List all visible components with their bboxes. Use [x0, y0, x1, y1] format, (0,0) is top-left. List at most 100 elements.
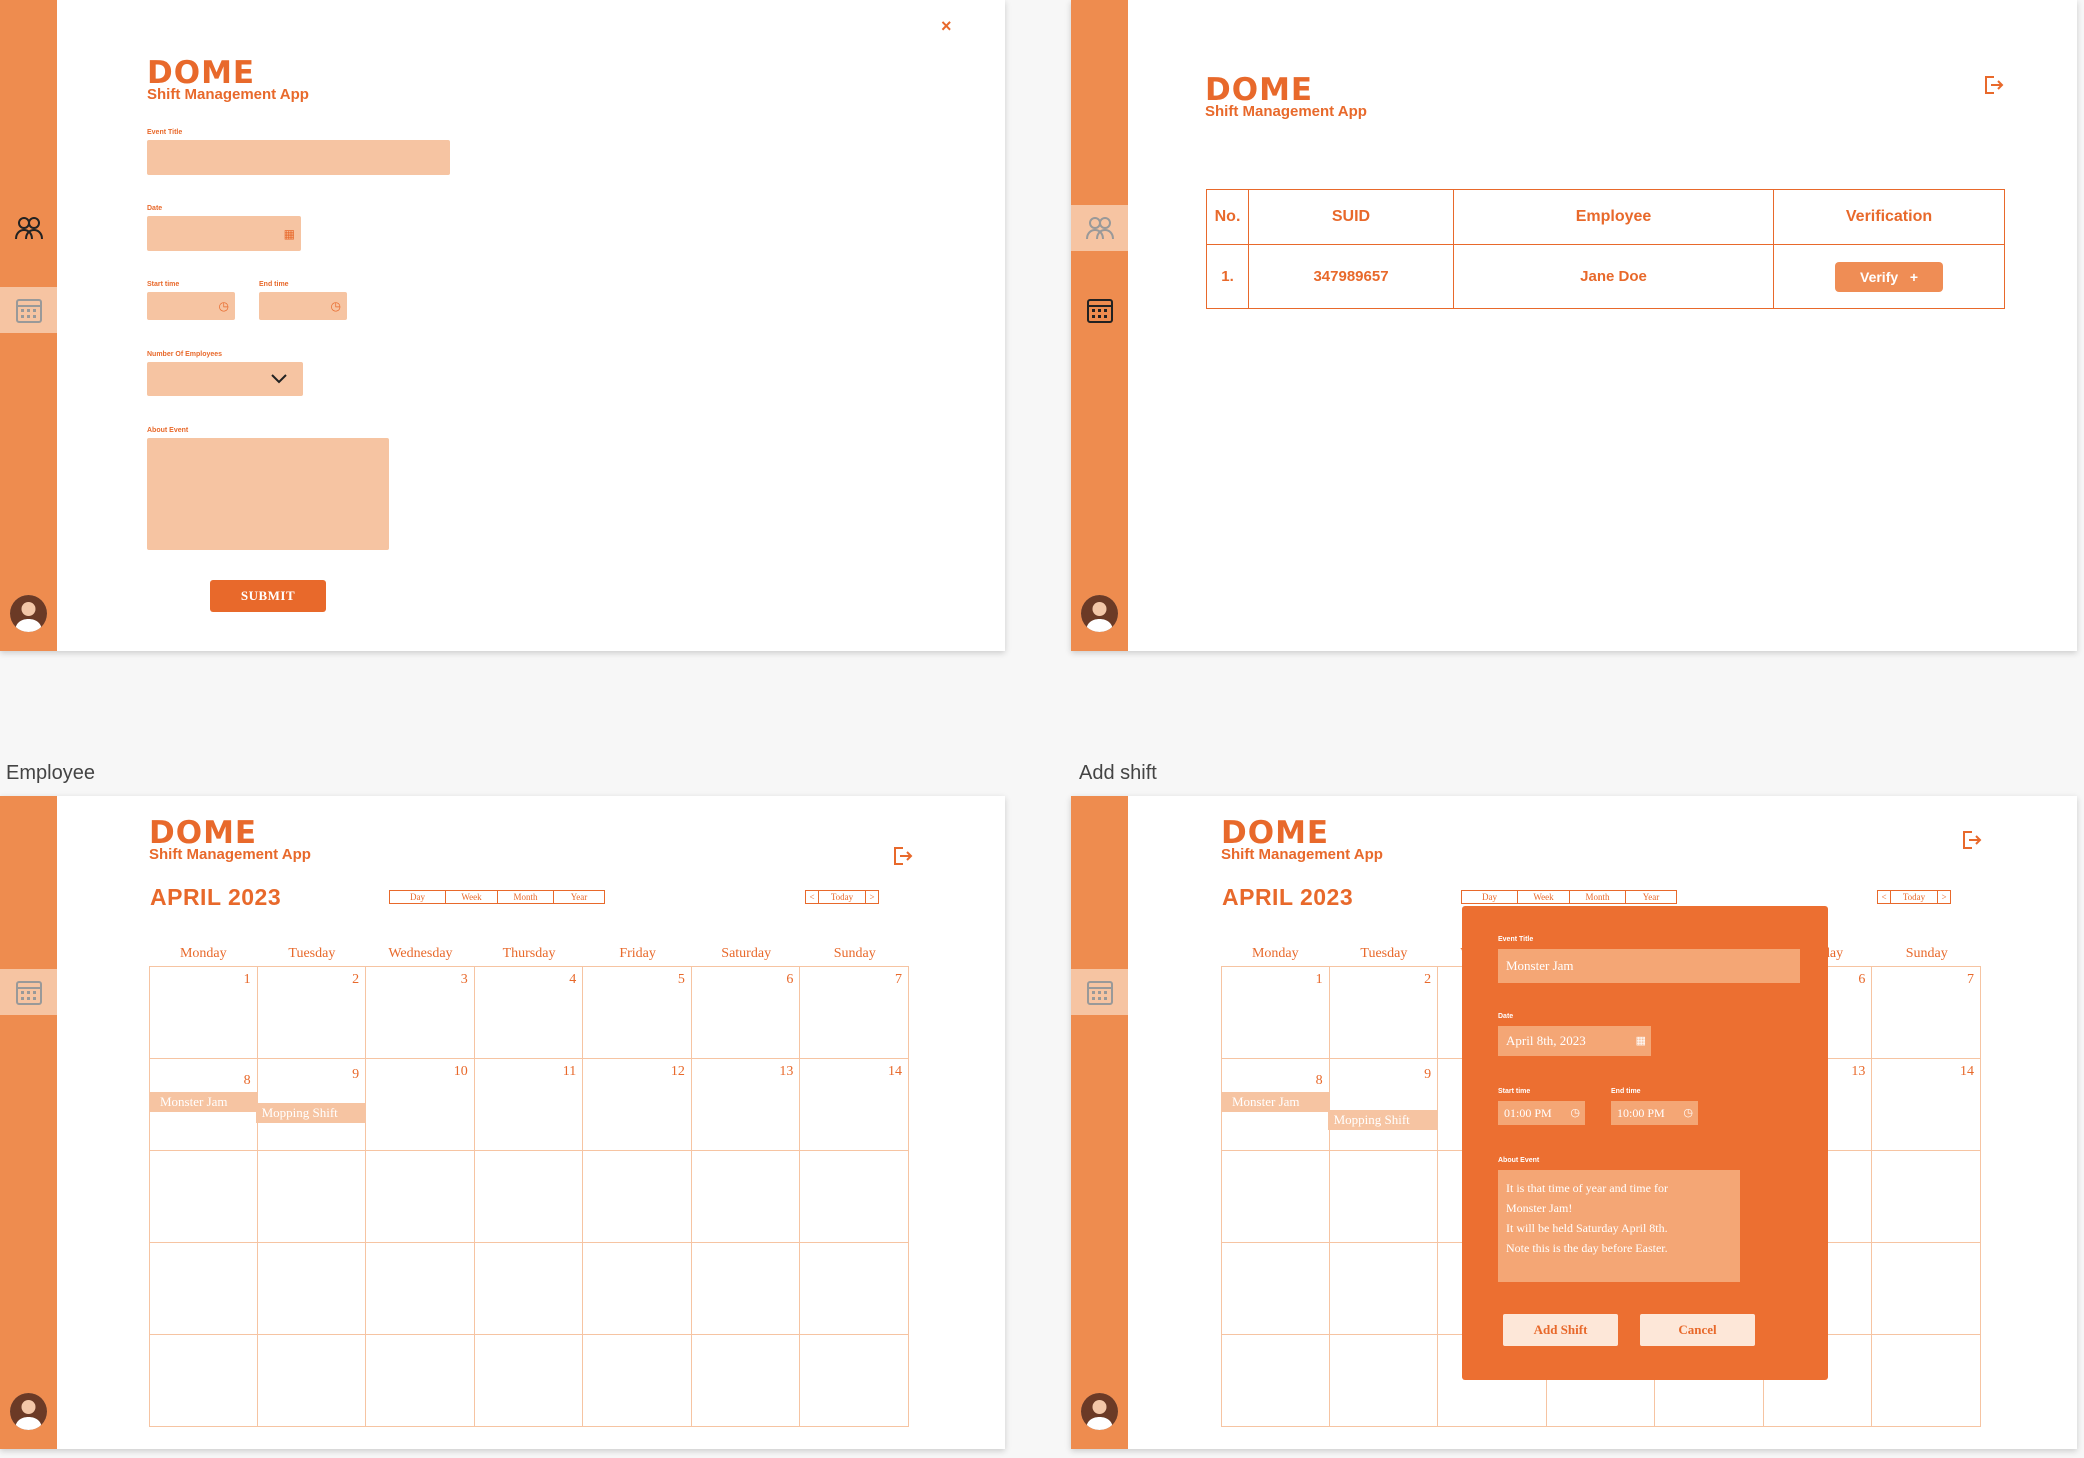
- submit-button[interactable]: SUBMIT: [210, 580, 326, 612]
- tab-year[interactable]: Year: [554, 891, 604, 903]
- sidebar-item-calendar[interactable]: [1071, 969, 1128, 1015]
- day-cell[interactable]: 7: [1872, 967, 1981, 1059]
- event-title-input[interactable]: [147, 140, 450, 175]
- day-cell[interactable]: [257, 1151, 367, 1243]
- start-time-input[interactable]: ◷: [147, 292, 235, 320]
- employees-select[interactable]: [147, 362, 303, 396]
- day-cell[interactable]: 8 Monster Jam: [1221, 1059, 1330, 1151]
- day-cell[interactable]: 9 Mopping Shift: [255, 1059, 367, 1151]
- tab-month[interactable]: Month: [1570, 891, 1626, 903]
- tab-month[interactable]: Month: [498, 891, 554, 903]
- day-cell[interactable]: [149, 1243, 258, 1335]
- day-cell[interactable]: [366, 1151, 475, 1243]
- add-shift-button[interactable]: Add Shift: [1503, 1314, 1618, 1346]
- day-cell[interactable]: [1221, 1243, 1330, 1335]
- day-cell[interactable]: 8 Monster Jam: [149, 1059, 258, 1151]
- day-cell[interactable]: 12: [583, 1059, 692, 1151]
- day-cell[interactable]: [583, 1335, 692, 1427]
- day-cell[interactable]: 7: [800, 967, 909, 1059]
- day-cell[interactable]: [366, 1243, 475, 1335]
- sidebar-item-calendar[interactable]: [0, 969, 57, 1015]
- day-cell[interactable]: [800, 1335, 909, 1427]
- day-cell[interactable]: 14: [800, 1059, 909, 1151]
- date-input[interactable]: ▦: [147, 216, 301, 251]
- day-cell[interactable]: [691, 1335, 801, 1427]
- day-cell[interactable]: [583, 1243, 692, 1335]
- day-cell[interactable]: 3: [366, 967, 475, 1059]
- logout-button[interactable]: [1982, 74, 2004, 96]
- tab-week[interactable]: Week: [446, 891, 498, 903]
- day-cell[interactable]: 13: [691, 1059, 801, 1151]
- tab-day[interactable]: Day: [390, 891, 446, 903]
- day-cell[interactable]: [1872, 1243, 1981, 1335]
- prev-button[interactable]: <: [806, 891, 819, 903]
- day-cell[interactable]: 10: [366, 1059, 475, 1151]
- day-cell[interactable]: [474, 1335, 584, 1427]
- clock-icon[interactable]: ◷: [219, 300, 229, 312]
- day-cell[interactable]: [257, 1243, 367, 1335]
- sidebar-item-employees[interactable]: [0, 205, 57, 251]
- day-cell[interactable]: 1: [1221, 967, 1330, 1059]
- day-cell[interactable]: 2: [257, 967, 367, 1059]
- day-cell[interactable]: 14: [1872, 1059, 1981, 1151]
- day-cell[interactable]: [1221, 1335, 1330, 1427]
- day-cell[interactable]: [257, 1335, 367, 1427]
- day-cell[interactable]: [149, 1151, 258, 1243]
- day-cell[interactable]: [366, 1335, 475, 1427]
- day-cell[interactable]: 5: [583, 967, 692, 1059]
- cancel-button[interactable]: Cancel: [1640, 1314, 1755, 1346]
- clock-icon[interactable]: ◷: [331, 300, 341, 312]
- next-button[interactable]: >: [865, 891, 878, 903]
- prev-button[interactable]: <: [1878, 891, 1891, 903]
- about-textarea[interactable]: It is that time of year and time for Mon…: [1498, 1170, 1740, 1282]
- event-chip[interactable]: Mopping Shift: [1327, 1110, 1438, 1130]
- day-cell[interactable]: [800, 1151, 909, 1243]
- day-cell[interactable]: [800, 1243, 909, 1335]
- sidebar-item-calendar[interactable]: [1071, 287, 1128, 333]
- day-cell[interactable]: [149, 1335, 258, 1427]
- clock-icon[interactable]: ◷: [1570, 1101, 1580, 1125]
- next-button[interactable]: >: [1937, 891, 1950, 903]
- day-cell[interactable]: 1: [149, 967, 258, 1059]
- day-cell[interactable]: [1329, 1243, 1439, 1335]
- sidebar-item-employees[interactable]: [1071, 205, 1128, 251]
- date-input[interactable]: April 8th, 2023 ▦: [1498, 1026, 1651, 1056]
- day-cell[interactable]: 6: [691, 967, 801, 1059]
- today-button[interactable]: Today: [1891, 891, 1937, 903]
- day-cell[interactable]: [1329, 1335, 1439, 1427]
- sidebar-item-calendar[interactable]: [0, 287, 57, 333]
- clock-icon[interactable]: ◷: [1683, 1101, 1693, 1125]
- day-cell[interactable]: [474, 1151, 584, 1243]
- day-cell[interactable]: [1221, 1151, 1330, 1243]
- day-cell[interactable]: [1329, 1151, 1439, 1243]
- avatar[interactable]: [1081, 1393, 1118, 1430]
- avatar[interactable]: [10, 595, 47, 632]
- calendar-icon[interactable]: ▦: [284, 228, 295, 240]
- tab-day[interactable]: Day: [1462, 891, 1518, 903]
- logout-button[interactable]: [1960, 829, 1982, 851]
- event-title-input[interactable]: Monster Jam: [1498, 949, 1800, 983]
- end-time-input[interactable]: ◷: [259, 292, 347, 320]
- logout-button[interactable]: [891, 845, 913, 867]
- day-cell[interactable]: [474, 1243, 584, 1335]
- day-cell[interactable]: [583, 1151, 692, 1243]
- today-button[interactable]: Today: [819, 891, 865, 903]
- event-chip[interactable]: Monster Jam: [150, 1092, 258, 1112]
- verify-button[interactable]: Verify +: [1835, 261, 1943, 292]
- event-chip[interactable]: Monster Jam: [1222, 1092, 1330, 1112]
- day-cell[interactable]: [1872, 1335, 1981, 1427]
- avatar[interactable]: [10, 1393, 47, 1430]
- end-time-input[interactable]: 10:00 PM ◷: [1611, 1101, 1698, 1125]
- day-cell[interactable]: 9 Mopping Shift: [1327, 1059, 1439, 1151]
- start-time-input[interactable]: 01:00 PM ◷: [1498, 1101, 1585, 1125]
- tab-week[interactable]: Week: [1518, 891, 1570, 903]
- event-chip[interactable]: Mopping Shift: [255, 1103, 366, 1123]
- day-cell[interactable]: [691, 1243, 801, 1335]
- calendar-icon[interactable]: ▦: [1636, 1026, 1646, 1056]
- close-icon[interactable]: ×: [941, 16, 952, 37]
- day-cell[interactable]: [1872, 1151, 1981, 1243]
- day-cell[interactable]: 11: [474, 1059, 584, 1151]
- tab-year[interactable]: Year: [1626, 891, 1676, 903]
- avatar[interactable]: [1081, 595, 1118, 632]
- day-cell[interactable]: [691, 1151, 801, 1243]
